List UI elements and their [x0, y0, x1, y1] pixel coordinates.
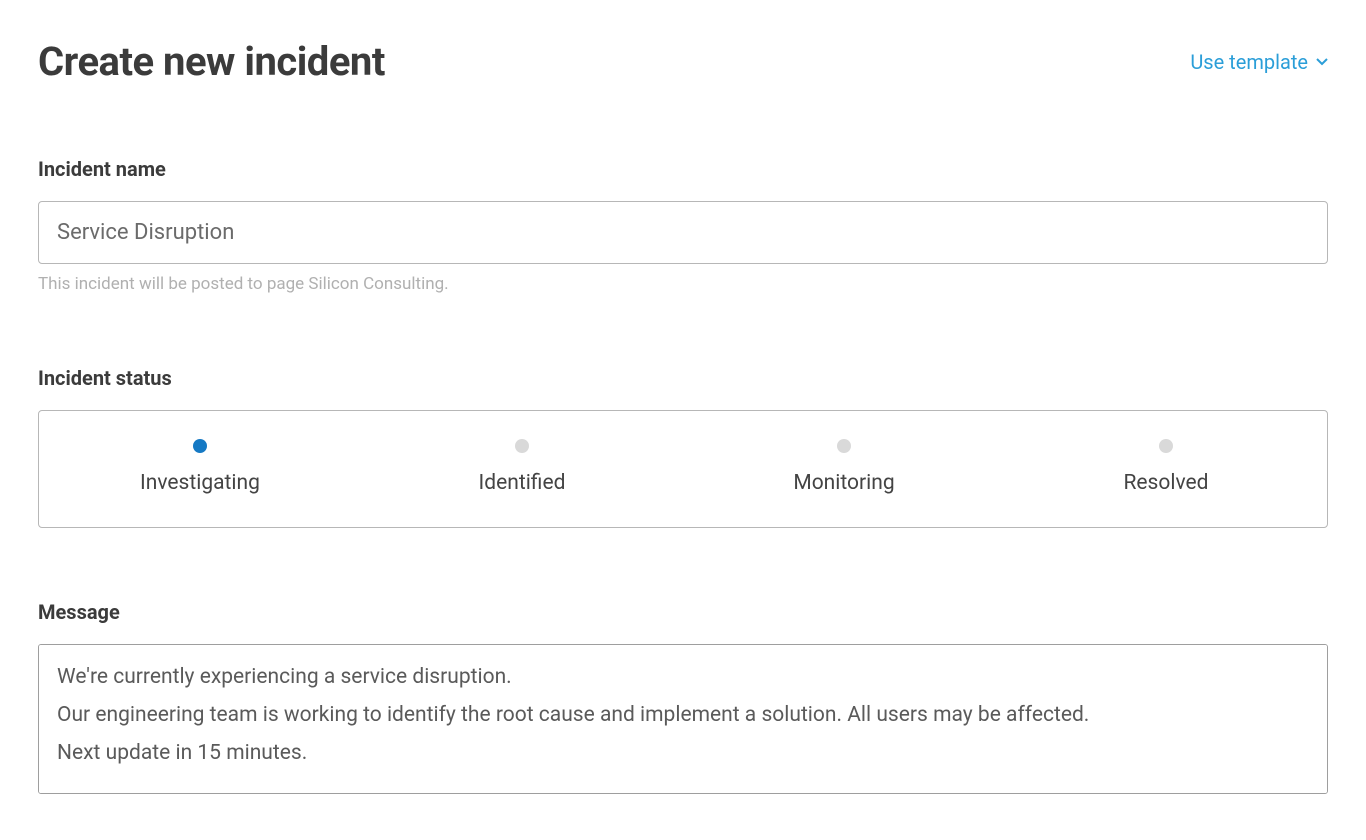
status-dot-icon [515, 439, 529, 453]
status-option-identified[interactable]: Identified [361, 439, 683, 495]
status-dot-icon [837, 439, 851, 453]
status-option-resolved[interactable]: Resolved [1005, 439, 1327, 495]
message-textarea[interactable] [38, 644, 1328, 794]
caret-down-icon [1316, 58, 1328, 66]
status-option-label: Identified [479, 471, 566, 495]
incident-name-helper: This incident will be posted to page Sil… [38, 274, 1328, 294]
status-option-label: Resolved [1123, 471, 1208, 495]
message-label: Message [38, 600, 1328, 624]
incident-status-label: Incident status [38, 366, 1328, 390]
incident-name-label: Incident name [38, 157, 1328, 181]
page-title: Create new incident [38, 38, 385, 85]
incident-status-selector: Investigating Identified Monitoring Reso… [38, 410, 1328, 528]
status-dot-icon [1159, 439, 1173, 453]
status-option-investigating[interactable]: Investigating [39, 439, 361, 495]
status-option-label: Investigating [140, 471, 260, 495]
use-template-link[interactable]: Use template [1190, 50, 1328, 74]
incident-name-input[interactable] [38, 201, 1328, 264]
status-option-label: Monitoring [793, 471, 894, 495]
use-template-label: Use template [1190, 50, 1308, 74]
status-option-monitoring[interactable]: Monitoring [683, 439, 1005, 495]
status-dot-icon [193, 439, 207, 453]
